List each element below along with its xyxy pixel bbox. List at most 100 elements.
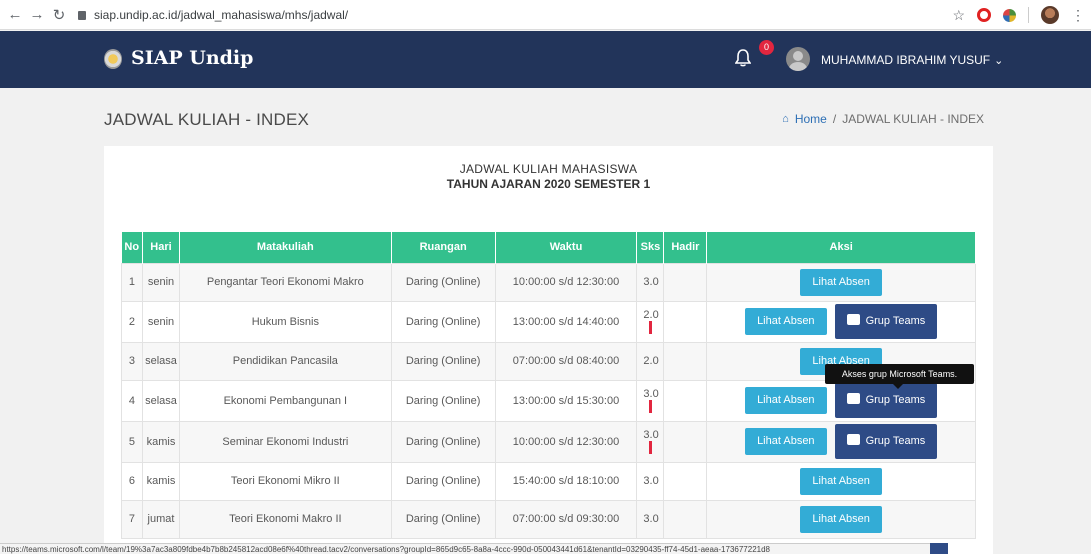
opera-extension-icon[interactable] (977, 8, 991, 22)
sks-value: 2.0 (643, 308, 659, 321)
browser-menu-icon[interactable]: ⋮ (1071, 7, 1085, 24)
cell-hadir (663, 499, 708, 539)
address-bar[interactable]: siap.undip.ac.id/jadwal_mahasiswa/mhs/ja… (78, 8, 348, 22)
sks-value: 3.0 (643, 276, 659, 288)
extension-icon[interactable] (1003, 8, 1016, 22)
cell-hadir (663, 300, 708, 343)
cell-ruangan: Daring (Online) (390, 341, 496, 381)
grup-teams-button[interactable]: Grup Teams (834, 424, 938, 468)
cell-waktu: 07:00:00 s/d 08:40:00 (494, 341, 638, 381)
cell-sks: 3.0 (636, 379, 665, 422)
app-header: SIAP Undip 0 MUHAMMAD IBRAHIM YUSUF ⌄ (0, 31, 1091, 88)
attendance-marker (649, 440, 653, 454)
sks-value: 3.0 (643, 387, 659, 400)
cell-sks: 2.0 (636, 341, 665, 381)
cell-no: 3 (121, 341, 143, 381)
user-name: MUHAMMAD IBRAHIM YUSUF (821, 53, 991, 67)
teams-icon (846, 313, 860, 348)
grup-teams-label: Grup Teams (865, 435, 926, 447)
cell-hadir (663, 420, 708, 463)
sks-value: 3.0 (643, 475, 659, 487)
lock-icon (78, 11, 86, 20)
forward-icon[interactable]: → (26, 6, 48, 23)
teams-icon (846, 433, 860, 468)
home-icon: ⌂ (782, 113, 789, 125)
header-ruangan: Ruangan (391, 232, 496, 263)
breadcrumb-current: JADWAL KULIAH - INDEX (842, 112, 984, 126)
cell-no: 7 (121, 499, 143, 539)
lihat-absen-button[interactable]: Lihat Absen (745, 387, 827, 414)
cell-hadir (663, 262, 708, 302)
toolbar-divider (1028, 7, 1029, 23)
url-text[interactable]: siap.undip.ac.id/jadwal_mahasiswa/mhs/ja… (94, 8, 348, 22)
page-title: JADWAL KULIAH - INDEX (104, 110, 310, 129)
cell-hadir (663, 461, 708, 501)
lihat-absen-button[interactable]: Lihat Absen (800, 268, 882, 296)
lihat-absen-button[interactable]: Lihat Absen (745, 308, 827, 335)
card-title: JADWAL KULIAH MAHASISWA (459, 162, 638, 176)
table-header-row: No Hari Matakuliah Ruangan Waktu Sks Had… (121, 232, 976, 263)
back-icon[interactable]: ← (4, 6, 26, 23)
sks-value: 3.0 (643, 513, 659, 525)
teams-tooltip: Akses grup Microsoft Teams. (825, 364, 974, 389)
undip-logo[interactable] (104, 49, 122, 69)
cell-no: 4 (121, 379, 143, 422)
cell-sks: 2.0 (636, 300, 665, 343)
cell-ruangan: Daring (Online) (390, 420, 496, 463)
browser-profile-avatar[interactable] (1041, 6, 1059, 24)
cell-hari: senin (141, 262, 180, 302)
notification-badge: 0 (759, 40, 774, 55)
header-hadir: Hadir (663, 232, 708, 263)
sks-value: 3.0 (643, 428, 659, 441)
cell-ruangan: Daring (Online) (390, 461, 496, 501)
table-row: 6 kamis Teori Ekonomi Mikro II Daring (Onli… (121, 461, 976, 501)
cell-aksi: Lihat Absen Grup Teams (706, 300, 976, 348)
breadcrumb-separator: / (832, 112, 837, 126)
browser-toolbar: ← → ↻ siap.undip.ac.id/jadwal_mahasiswa/… (0, 0, 1091, 30)
grup-teams-label: Grup Teams (865, 394, 926, 406)
breadcrumb: ⌂ Home / JADWAL KULIAH - INDEX (782, 112, 984, 126)
attendance-marker (649, 320, 653, 334)
cell-no: 1 (121, 262, 143, 302)
cell-matakuliah: Ekonomi Pembangunan I (178, 379, 392, 422)
cell-waktu: 15:40:00 s/d 18:10:00 (494, 461, 638, 501)
header-matakuliah: Matakuliah (179, 232, 392, 263)
user-avatar[interactable] (786, 47, 810, 71)
chevron-down-icon: ⌄ (994, 55, 1004, 67)
cell-hari: selasa (141, 379, 180, 422)
sks-value: 2.0 (643, 355, 659, 367)
grup-teams-button[interactable]: Grup Teams (834, 304, 938, 348)
cell-sks: 3.0 (636, 420, 665, 463)
cell-matakuliah: Pendidikan Pancasila (178, 341, 392, 381)
brand-name[interactable]: SIAP Undip (131, 47, 253, 69)
grup-teams-button[interactable]: Grup Teams (834, 383, 938, 427)
lihat-absen-button[interactable]: Lihat Absen (800, 505, 882, 533)
cell-matakuliah: Teori Ekonomi Makro II (178, 499, 392, 539)
breadcrumb-home-link[interactable]: Home (795, 112, 827, 126)
cell-waktu: 10:00:00 s/d 12:30:00 (494, 262, 638, 302)
cell-hari: jumat (141, 499, 180, 539)
lihat-absen-button[interactable]: Lihat Absen (745, 428, 827, 455)
lihat-absen-button[interactable]: Lihat Absen (800, 467, 882, 495)
cell-waktu: 07:00:00 s/d 09:30:00 (494, 499, 638, 539)
bell-icon[interactable] (735, 49, 751, 67)
cell-hari: selasa (141, 341, 180, 381)
bookmark-star-icon[interactable]: ☆ (952, 7, 965, 24)
status-bar-url: https://teams.microsoft.com/l/team/19%3a… (0, 543, 944, 554)
cell-no: 6 (121, 461, 143, 501)
header-sks: Sks (636, 232, 665, 263)
header-hari: Hari (142, 232, 180, 263)
user-menu[interactable]: MUHAMMAD IBRAHIM YUSUF ⌄ (821, 53, 1003, 67)
cell-matakuliah: Pengantar Teori Ekonomi Makro (178, 262, 392, 302)
cell-hari: kamis (141, 420, 180, 463)
schedule-table: No Hari Matakuliah Ruangan Waktu Sks Had… (121, 232, 976, 539)
table-row: 1 senin Pengantar Teori Ekonomi Makro Darin… (121, 262, 976, 302)
cell-ruangan: Daring (Online) (390, 262, 496, 302)
cell-hari: senin (141, 300, 180, 343)
teams-icon (846, 392, 860, 427)
grup-teams-label: Grup Teams (865, 315, 926, 327)
card-subtitle: TAHUN AJARAN 2020 SEMESTER 1 (446, 177, 651, 191)
cell-waktu: 13:00:00 s/d 14:40:00 (494, 300, 638, 343)
reload-icon[interactable]: ↻ (48, 6, 70, 24)
header-waktu: Waktu (495, 232, 638, 263)
